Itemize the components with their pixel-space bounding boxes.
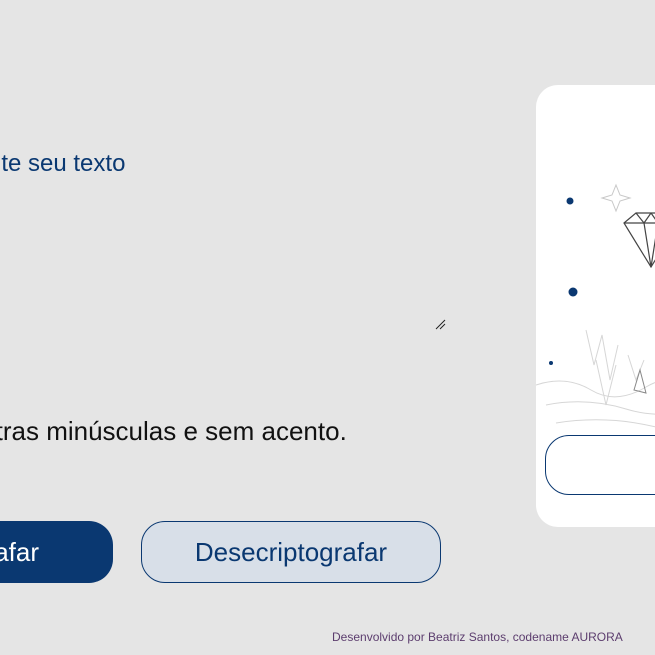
output-card xyxy=(536,85,655,527)
page: Apenas letras minúsculas e sem acento. C… xyxy=(0,0,655,655)
decrypt-button[interactable]: Desecriptografar xyxy=(141,521,441,583)
dot-decoration xyxy=(566,197,574,205)
resize-grip-icon[interactable] xyxy=(434,318,446,330)
text-input[interactable] xyxy=(0,150,448,330)
dot-decoration xyxy=(549,361,553,365)
copy-button[interactable] xyxy=(545,435,655,495)
encrypt-button[interactable]: Criptografar xyxy=(0,521,113,583)
diamond-illustration xyxy=(536,183,655,428)
diamond-icon xyxy=(623,212,655,269)
footer-credit: Desenvolvido por Beatriz Santos, codenam… xyxy=(332,630,623,644)
dot-decoration xyxy=(568,287,578,297)
crystal-shape xyxy=(633,368,647,394)
warning-text: Apenas letras minúsculas e sem acento. xyxy=(0,416,347,446)
sparkle-icon xyxy=(600,183,632,213)
